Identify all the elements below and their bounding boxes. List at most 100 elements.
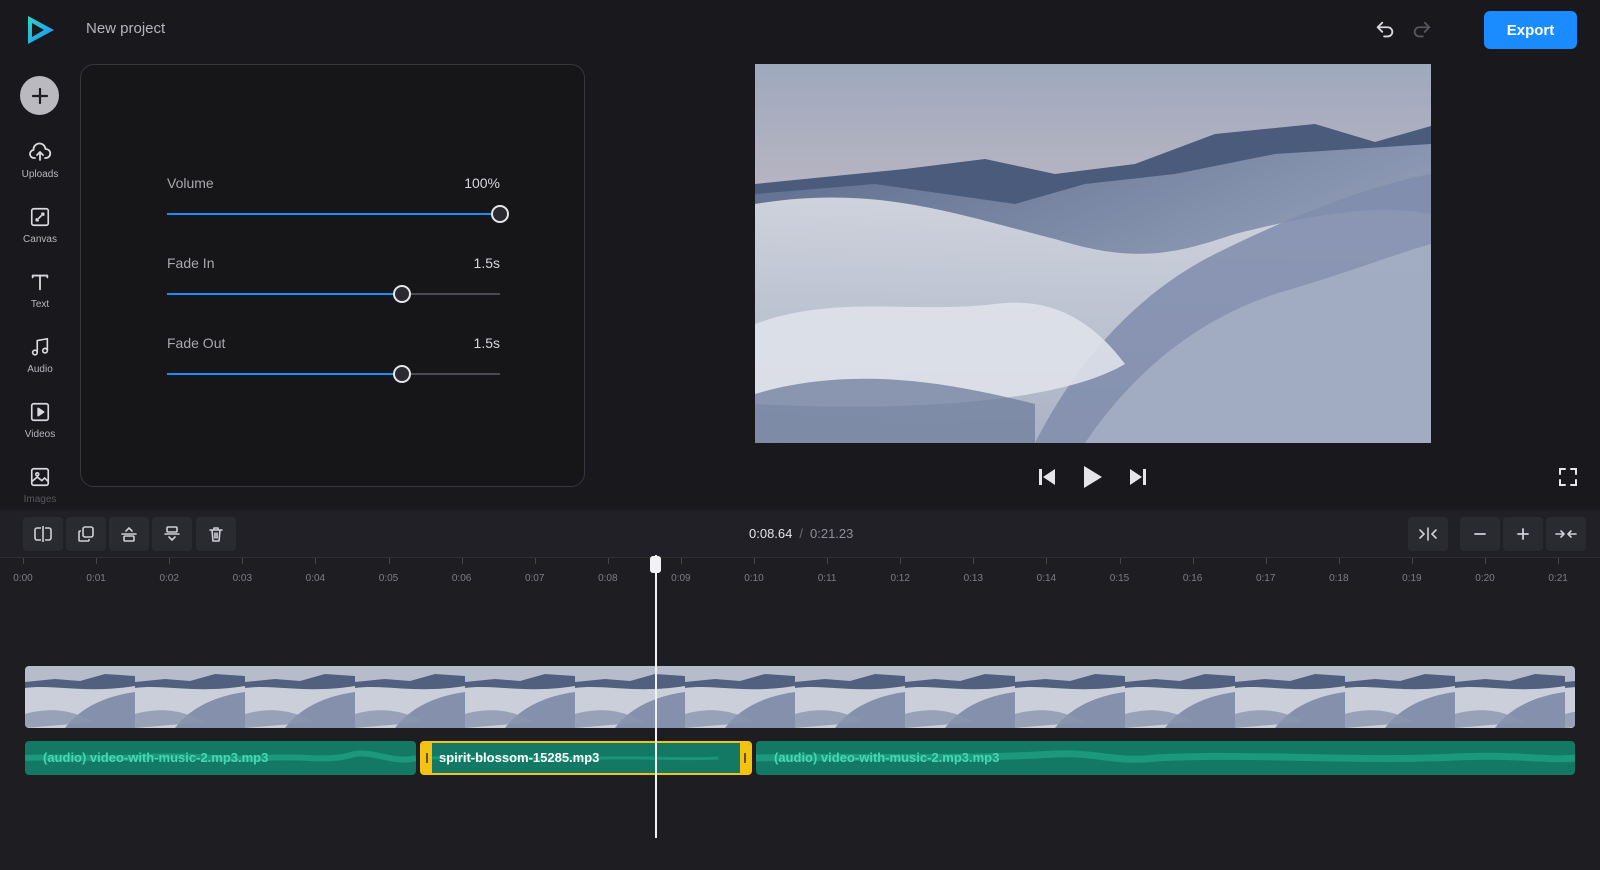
sidebar-item-uploads[interactable]: Uploads xyxy=(0,138,80,194)
ruler-tick-label: 0:07 xyxy=(524,573,545,584)
split-icon[interactable] xyxy=(23,517,63,551)
audio-clip-3[interactable]: (audio) video-with-music-2.mp3.mp3 xyxy=(756,741,1575,775)
timeline-area: 0:08.64/0:21.23 0:00 0:01 0:02 0:03 0:04 0:05… xyxy=(0,510,1600,870)
fade-in-slider-thumb[interactable] xyxy=(392,285,411,303)
skip-forward-icon[interactable] xyxy=(1123,462,1153,492)
ruler-tick-label: 0:14 xyxy=(1036,573,1057,584)
volume-label: Volume xyxy=(167,175,214,191)
volume-slider[interactable] xyxy=(167,204,509,224)
upload-cloud-icon xyxy=(28,140,52,164)
sidebar-item-audio[interactable]: Audio xyxy=(0,333,80,389)
video-play-icon xyxy=(28,400,52,424)
ruler-tick xyxy=(534,558,536,564)
skip-back-icon[interactable] xyxy=(1032,462,1062,492)
sidebar-item-label: Audio xyxy=(27,364,53,375)
fade-in-control: Fade In 1.5s xyxy=(167,255,500,315)
ruler-tick-label: 0:09 xyxy=(671,573,691,584)
audio-clip-1[interactable]: (audio) video-with-music-2.mp3.mp3 xyxy=(25,741,416,775)
duplicate-icon[interactable] xyxy=(66,517,106,551)
video-thumbnail-frame xyxy=(245,666,355,728)
fade-in-slider[interactable] xyxy=(167,284,500,304)
fullscreen-icon[interactable] xyxy=(1554,463,1582,491)
ruler-tick xyxy=(23,558,24,564)
add-media-button[interactable] xyxy=(20,76,59,115)
ruler-tick xyxy=(242,558,244,564)
current-time: 0:08.64 xyxy=(749,526,793,541)
left-sidebar: Uploads Canvas Text Audio Videos Images xyxy=(0,60,80,510)
play-icon[interactable] xyxy=(1077,462,1107,492)
top-bar: New project Export xyxy=(0,0,1600,60)
ruler-tick xyxy=(169,558,171,564)
time-ruler[interactable]: 0:00 0:01 0:02 0:03 0:04 0:05 0:06 0:07 0:08 0:09… xyxy=(0,558,1600,598)
plus-icon xyxy=(31,87,48,104)
ruler-tick xyxy=(1119,558,1121,564)
ruler-tick-label: 0:00 xyxy=(13,573,33,584)
fade-out-slider[interactable] xyxy=(167,364,500,384)
ruler-tick-label: 0:10 xyxy=(744,573,764,584)
sidebar-item-canvas[interactable]: Canvas xyxy=(0,203,80,259)
audio-clip-name: (audio) video-with-music-2.mp3.mp3 xyxy=(774,750,1000,765)
ruler-tick xyxy=(461,558,463,564)
align-top-icon[interactable] xyxy=(109,517,149,551)
ruler-tick-label: 0:06 xyxy=(451,573,472,584)
ruler-tick xyxy=(900,558,902,564)
volume-value: 100% xyxy=(464,175,500,191)
video-preview[interactable] xyxy=(755,64,1431,443)
ruler-tick-label: 0:04 xyxy=(305,573,326,584)
undo-icon[interactable] xyxy=(1371,16,1399,44)
text-t-icon xyxy=(28,270,52,294)
redo-icon[interactable] xyxy=(1408,16,1436,44)
image-icon xyxy=(28,465,52,489)
align-bottom-icon[interactable] xyxy=(152,517,192,551)
sidebar-item-text[interactable]: Text xyxy=(0,268,80,324)
playhead[interactable] xyxy=(655,555,657,838)
ruler-tick xyxy=(1046,558,1048,564)
zoom-in-icon[interactable] xyxy=(1503,517,1543,551)
export-button[interactable]: Export xyxy=(1484,11,1577,49)
sidebar-item-images[interactable]: Images xyxy=(0,463,80,510)
ruler-tick xyxy=(1265,558,1267,564)
ruler-tick-label: 0:21 xyxy=(1548,573,1568,584)
sidebar-item-label: Uploads xyxy=(21,169,59,180)
audio-clip-name: spirit-blossom-15285.mp3 xyxy=(439,750,600,765)
canvas-resize-icon xyxy=(28,205,52,229)
project-title[interactable]: New project xyxy=(86,20,165,37)
ruler-tick-label: 0:01 xyxy=(86,573,106,584)
ruler-tick-label: 0:15 xyxy=(1109,573,1130,584)
video-thumbnail-frame xyxy=(1345,666,1455,728)
ruler-tick-label: 0:11 xyxy=(817,573,837,584)
fade-out-label: Fade Out xyxy=(167,335,226,351)
trash-icon[interactable] xyxy=(196,517,236,551)
ruler-tick xyxy=(973,558,975,564)
video-thumbnail-frame xyxy=(1565,666,1575,728)
volume-control: Volume 100% xyxy=(167,175,509,235)
ruler-tick-label: 0:03 xyxy=(232,573,253,584)
collapse-icon[interactable] xyxy=(1546,517,1586,551)
trim-handle-left[interactable] xyxy=(422,743,432,773)
sidebar-item-videos[interactable]: Videos xyxy=(0,398,80,454)
video-track-clip[interactable] xyxy=(25,666,1575,728)
ruler-tick-label: 0:17 xyxy=(1255,573,1276,584)
ruler-tick-label: 0:05 xyxy=(378,573,399,584)
trim-handle-right[interactable] xyxy=(740,743,750,773)
ruler-tick xyxy=(754,558,755,564)
sidebar-item-label: Images xyxy=(23,494,57,505)
ruler-tick xyxy=(827,558,829,564)
ruler-tick-label: 0:08 xyxy=(598,573,618,584)
ruler-tick-label: 0:12 xyxy=(890,573,910,584)
fit-icon[interactable] xyxy=(1408,517,1448,551)
app-logo-icon[interactable] xyxy=(22,12,58,48)
playhead-handle[interactable] xyxy=(650,556,661,573)
fade-out-slider-thumb[interactable] xyxy=(392,365,411,383)
video-thumbnail-frame xyxy=(905,666,1015,728)
fade-in-label: Fade In xyxy=(167,255,215,271)
audio-clip-2-selected[interactable]: spirit-blossom-15285.mp3 xyxy=(420,741,752,775)
ruler-tick-label: 0:13 xyxy=(963,573,984,584)
video-thumbnail-frame xyxy=(1125,666,1235,728)
ruler-tick-label: 0:18 xyxy=(1329,573,1349,584)
video-thumbnail-frame xyxy=(135,666,245,728)
zoom-out-icon[interactable] xyxy=(1460,517,1500,551)
ruler-tick-label: 0:02 xyxy=(159,573,179,584)
volume-slider-thumb[interactable] xyxy=(491,205,509,223)
sidebar-item-label: Videos xyxy=(24,429,56,440)
